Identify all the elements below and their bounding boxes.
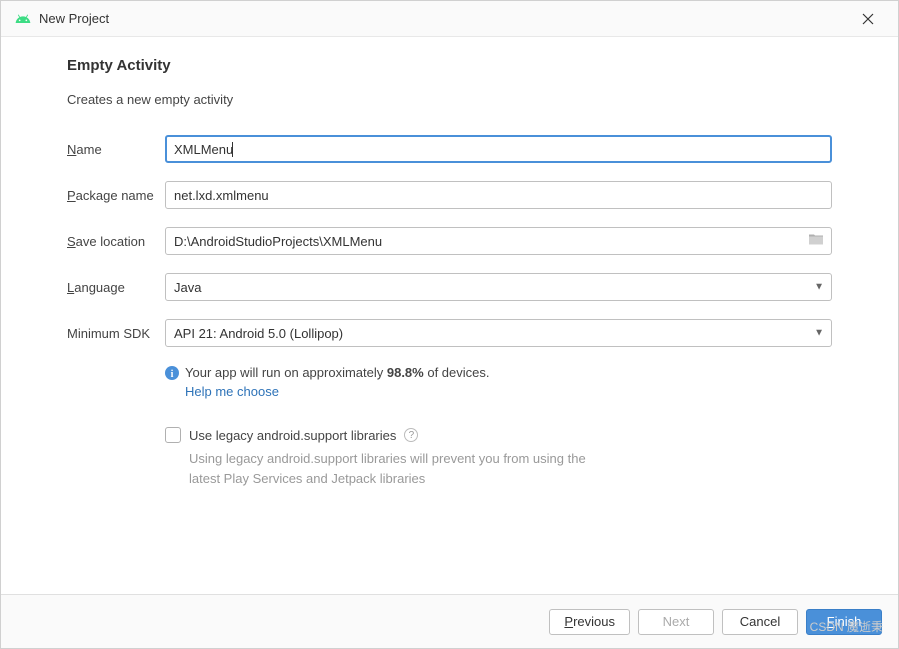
new-project-dialog: New Project Empty Activity Creates a new… xyxy=(0,0,899,649)
sdk-info-text: Your app will run on approximately 98.8%… xyxy=(185,365,490,380)
name-label: Name xyxy=(67,142,165,157)
page-title: Empty Activity xyxy=(67,57,832,74)
help-me-choose-link[interactable]: Help me choose xyxy=(185,384,832,399)
save-location-input[interactable] xyxy=(165,227,832,255)
sdk-info: i Your app will run on approximately 98.… xyxy=(165,365,832,399)
package-row: Package name xyxy=(67,181,832,209)
previous-button[interactable]: Previous xyxy=(549,609,630,635)
window-title: New Project xyxy=(39,11,852,26)
legacy-checkbox-label: Use legacy android.support libraries xyxy=(189,428,396,443)
language-select[interactable]: Java xyxy=(165,273,832,301)
name-input[interactable]: XMLMenu xyxy=(165,135,832,163)
legacy-checkbox[interactable] xyxy=(165,427,181,443)
svg-text:i: i xyxy=(171,369,174,380)
android-icon xyxy=(15,11,31,27)
footer: Previous Next Cancel Finish xyxy=(1,594,898,648)
save-location-label: Save location xyxy=(67,234,165,249)
name-row: Name XMLMenu xyxy=(67,135,832,163)
info-icon: i xyxy=(165,366,179,380)
save-location-row: Save location xyxy=(67,227,832,255)
minsdk-select[interactable]: API 21: Android 5.0 (Lollipop) xyxy=(165,319,832,347)
titlebar: New Project xyxy=(1,1,898,37)
language-label: Language xyxy=(67,280,165,295)
help-icon[interactable]: ? xyxy=(404,428,418,442)
close-button[interactable] xyxy=(852,3,884,35)
minsdk-row: Minimum SDK API 21: Android 5.0 (Lollipo… xyxy=(67,319,832,347)
package-input[interactable] xyxy=(165,181,832,209)
finish-button[interactable]: Finish xyxy=(806,609,882,635)
language-row: Language Java ▼ xyxy=(67,273,832,301)
browse-folder-icon[interactable] xyxy=(808,233,824,250)
content-area: Empty Activity Creates a new empty activ… xyxy=(1,37,898,594)
cancel-button[interactable]: Cancel xyxy=(722,609,798,635)
package-label: Package name xyxy=(67,188,165,203)
legacy-section: Use legacy android.support libraries ? U… xyxy=(165,427,832,488)
minsdk-label: Minimum SDK xyxy=(67,326,165,341)
next-button: Next xyxy=(638,609,714,635)
page-description: Creates a new empty activity xyxy=(67,92,832,107)
legacy-desc: Using legacy android.support libraries w… xyxy=(189,449,619,488)
